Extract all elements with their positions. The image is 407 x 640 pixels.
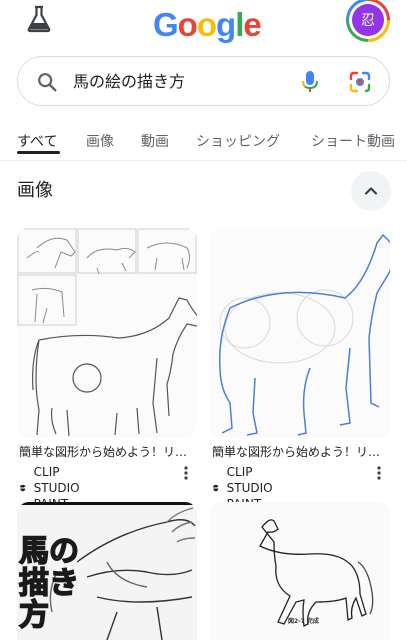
flask-icon[interactable]	[24, 4, 54, 34]
image-caption[interactable]: 簡単な図形から始めよう！リ…	[19, 444, 195, 460]
top-bar: Google 忍	[0, 0, 407, 50]
logo-letter: g	[216, 6, 236, 43]
mic-icon[interactable]	[299, 70, 321, 94]
more-options-icon[interactable]	[184, 466, 188, 480]
logo-letter: e	[243, 6, 261, 43]
account-avatar[interactable]: 忍	[346, 0, 390, 42]
image-thumbnail[interactable]	[17, 228, 197, 438]
image-thumbnail[interactable]: 馬の描き方	[17, 502, 197, 640]
tab-shopping[interactable]: ショッピング	[196, 132, 280, 152]
logo-letter: G	[153, 6, 179, 43]
thumbnail-overlay-text: 馬の描き方	[18, 534, 80, 633]
logo-text: Google	[153, 6, 262, 43]
tab-all[interactable]: すべて	[17, 132, 57, 152]
chevron-up-icon	[364, 187, 378, 195]
image-thumbnail[interactable]	[210, 228, 390, 438]
figure-caption: 図2-7 完成	[288, 618, 319, 625]
search-input[interactable]: 馬の絵の描き方	[73, 70, 185, 94]
tab-short-videos[interactable]: ショート動画	[311, 132, 395, 152]
logo-letter: o	[196, 6, 217, 43]
tab-images[interactable]: 画像	[86, 132, 114, 152]
tabs-divider	[0, 160, 407, 161]
logo-letter: o	[177, 6, 198, 43]
search-tabs: すべて 画像 動画 ショッピング ショート動画	[0, 126, 407, 160]
avatar-initial: 忍	[352, 4, 384, 36]
more-options-icon[interactable]	[377, 466, 381, 480]
lens-icon[interactable]	[348, 70, 372, 94]
search-icon[interactable]	[36, 71, 58, 93]
image-caption[interactable]: 簡単な図形から始めよう！リ…	[212, 444, 388, 460]
collapse-button[interactable]	[351, 171, 391, 211]
search-box[interactable]: 馬の絵の描き方	[17, 56, 390, 106]
clip-studio-logo	[212, 484, 219, 492]
google-logo[interactable]: Google	[153, 6, 262, 43]
tab-videos[interactable]: 動画	[141, 132, 169, 152]
image-thumbnail[interactable]: 図2-7 完成	[210, 502, 390, 640]
clip-studio-logo	[19, 484, 26, 492]
images-section-title: 画像	[17, 180, 53, 201]
active-tab-indicator	[17, 151, 60, 154]
